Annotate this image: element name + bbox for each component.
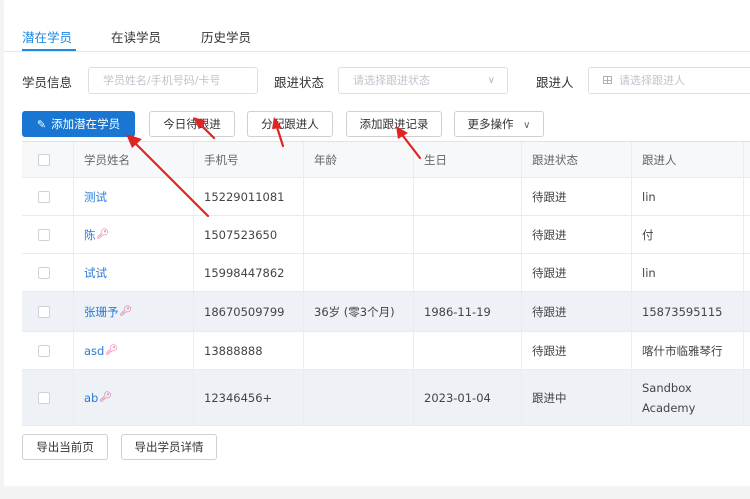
column-header-age: 年龄: [304, 142, 414, 177]
select-all-checkbox[interactable]: [38, 153, 50, 166]
row-checkbox-cell[interactable]: [22, 216, 74, 253]
row-checkbox-cell[interactable]: [22, 332, 74, 369]
column-header-birthday: 生日: [414, 142, 522, 177]
tab-current-students[interactable]: 在读学员: [111, 27, 161, 46]
row-checkbox[interactable]: [38, 305, 50, 318]
phone-cell: 13888888: [194, 332, 304, 369]
row-checkbox[interactable]: [38, 391, 50, 404]
active-tab-indicator: [22, 49, 76, 51]
age-cell: [304, 216, 414, 253]
student-name-cell[interactable]: 测试: [74, 178, 194, 215]
status-cell: 待跟进: [522, 254, 632, 291]
table-row: 张珊予 🔑︎ 18670509799 36岁 (零3个月) 1986-11-19 …: [22, 292, 750, 332]
student-info-input[interactable]: 学员姓名/手机号码/卡号: [88, 67, 258, 94]
export-student-details-button[interactable]: 导出学员详情: [121, 434, 217, 460]
age-cell: [304, 370, 414, 425]
assign-follower-button[interactable]: 分配跟进人: [247, 111, 333, 137]
birthday-cell: 2023-01-04: [414, 370, 522, 425]
age-cell: [304, 178, 414, 215]
pencil-icon: ✎: [36, 118, 47, 131]
student-name-link[interactable]: ab: [84, 391, 98, 405]
status-cell: 跟进中: [522, 370, 632, 425]
phone-cell: 15229011081: [194, 178, 304, 215]
export-current-page-button[interactable]: 导出当前页: [22, 434, 108, 460]
row-checkbox[interactable]: [38, 266, 50, 279]
student-name-link[interactable]: 测试: [84, 189, 107, 205]
status-cell: 待跟进: [522, 332, 632, 369]
age-cell: 36岁 (零3个月): [304, 292, 414, 331]
phone-cell: 12346456+: [194, 370, 304, 425]
phone-cell: 1507523650: [194, 216, 304, 253]
birthday-cell: [414, 216, 522, 253]
table-row: 测试 15229011081 待跟进 lin: [22, 178, 750, 216]
follower-label: 跟进人: [536, 75, 574, 90]
follower-cell: 喀什市临雅琴行: [632, 332, 744, 369]
tab-history-students[interactable]: 历史学员: [201, 27, 251, 46]
column-header-name: 学员姓名: [74, 142, 194, 177]
phone-cell: 15998447862: [194, 254, 304, 291]
follow-status-label: 跟进状态: [274, 75, 325, 90]
follower-cell: 15873595115: [632, 292, 744, 331]
add-follow-record-button[interactable]: 添加跟进记录: [346, 111, 442, 137]
table-row: 陈 🔑︎ 1507523650 待跟进 付: [22, 216, 750, 254]
student-name-link[interactable]: 陈: [84, 227, 96, 243]
row-checkbox-cell[interactable]: [22, 178, 74, 215]
student-table: 学员姓名 手机号 年龄 生日 跟进状态 跟进人 测试 15229011081 待…: [22, 141, 750, 426]
birthday-cell: [414, 332, 522, 369]
birthday-cell: [414, 254, 522, 291]
student-name-link[interactable]: 张珊予: [84, 304, 119, 320]
status-cell: 待跟进: [522, 292, 632, 331]
add-potential-student-button[interactable]: ✎ 添加潜在学员: [22, 111, 135, 137]
key-icon: 🔑︎: [99, 392, 113, 403]
chevron-down-icon: ∨: [487, 75, 495, 86]
key-icon: 🔑︎: [119, 306, 133, 317]
main-panel: 潜在学员 在读学员 历史学员 学员信息 学员姓名/手机号码/卡号 跟进状态 请选…: [4, 0, 750, 486]
column-header-status: 跟进状态: [522, 142, 632, 177]
key-icon: 🔑︎: [105, 345, 119, 356]
row-checkbox[interactable]: [38, 190, 50, 203]
student-name-link[interactable]: asd: [84, 344, 104, 358]
row-checkbox[interactable]: [38, 344, 50, 357]
student-name-cell[interactable]: 陈 🔑︎: [74, 216, 194, 253]
follower-cell: 付: [632, 216, 744, 253]
follow-status-select[interactable]: 请选择跟进状态 ∨: [338, 67, 508, 94]
select-all-checkbox-cell[interactable]: [22, 142, 74, 177]
student-name-cell[interactable]: 张珊予 🔑︎: [74, 292, 194, 331]
age-cell: [304, 332, 414, 369]
student-name-cell[interactable]: 试试: [74, 254, 194, 291]
tab-bar: 潜在学员 在读学员 历史学员: [4, 0, 750, 52]
more-actions-button[interactable]: 更多操作 ∨: [454, 111, 544, 137]
follower-cell: lin: [632, 178, 744, 215]
student-name-cell[interactable]: asd 🔑︎: [74, 332, 194, 369]
row-checkbox[interactable]: [38, 228, 50, 241]
row-checkbox-cell[interactable]: [22, 254, 74, 291]
key-icon: 🔑︎: [96, 229, 110, 240]
follower-cell: lin: [632, 254, 744, 291]
birthday-cell: 1986-11-19: [414, 292, 522, 331]
status-cell: 待跟进: [522, 178, 632, 215]
row-checkbox-cell[interactable]: [22, 370, 74, 425]
follower-select[interactable]: 请选择跟进人: [588, 67, 750, 94]
table-row: asd 🔑︎ 13888888 待跟进 喀什市临雅琴行: [22, 332, 750, 370]
birthday-cell: [414, 178, 522, 215]
student-name-cell[interactable]: ab 🔑︎: [74, 370, 194, 425]
column-header-phone: 手机号: [194, 142, 304, 177]
chevron-down-icon: ∨: [523, 120, 531, 131]
table-header-row: 学员姓名 手机号 年龄 生日 跟进状态 跟进人: [22, 142, 750, 178]
table-row: 试试 15998447862 待跟进 lin: [22, 254, 750, 292]
row-checkbox-cell[interactable]: [22, 292, 74, 331]
tab-potential-students[interactable]: 潜在学员: [22, 27, 72, 46]
phone-cell: 18670509799: [194, 292, 304, 331]
today-follow-up-button[interactable]: 今日待跟进: [149, 111, 235, 137]
follower-cell: Sandbox Academy: [632, 370, 744, 425]
student-name-link[interactable]: 试试: [84, 265, 107, 281]
status-cell: 待跟进: [522, 216, 632, 253]
grid-icon: [603, 76, 612, 84]
column-header-follower: 跟进人: [632, 142, 744, 177]
age-cell: [304, 254, 414, 291]
student-info-label: 学员信息: [22, 75, 73, 90]
table-row: ab 🔑︎ 12346456+ 2023-01-04 跟进中 Sandbox Ac…: [22, 370, 750, 426]
